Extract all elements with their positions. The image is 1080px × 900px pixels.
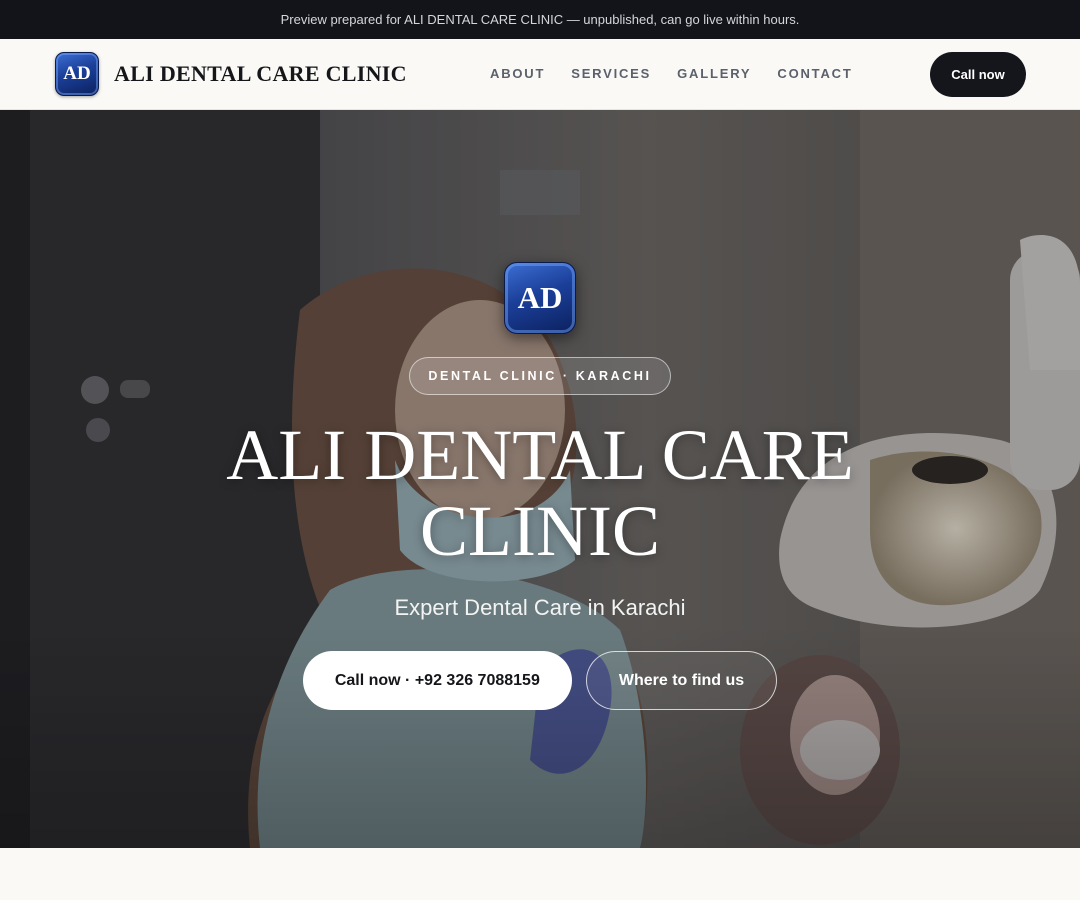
hero-content: AD DENTAL CLINIC · KARACHI ALI DENTAL CA… [0,262,1080,710]
next-section [0,848,1080,900]
site-header: AD ALI DENTAL CARE CLINIC ABOUT SERVICES… [0,39,1080,110]
preview-banner-text: Preview prepared for ALI DENTAL CARE CLI… [280,12,800,27]
brand-home-link[interactable]: AD ALI DENTAL CARE CLINIC [55,52,407,96]
nav-contact[interactable]: CONTACT [777,66,852,81]
hero-logo-badge: AD [504,262,576,334]
hero-actions: Call now · +92 326 7088159 Where to find… [302,651,778,710]
brand-name: ALI DENTAL CARE CLINIC [114,61,407,86]
hero-call-button[interactable]: Call now · +92 326 7088159 [302,651,572,710]
nav-gallery[interactable]: GALLERY [677,66,751,81]
hero-location-button[interactable]: Where to find us [585,651,778,710]
header-call-button[interactable]: Call now [930,52,1026,97]
hero-title: ALI DENTAL CARE CLINIC [226,415,854,571]
preview-banner: Preview prepared for ALI DENTAL CARE CLI… [0,0,1080,39]
main-nav: ABOUT SERVICES GALLERY CONTACT [490,66,879,81]
hero-section: AD DENTAL CLINIC · KARACHI ALI DENTAL CA… [0,110,1080,848]
nav-about[interactable]: ABOUT [490,66,545,81]
hero-category-badge: DENTAL CLINIC · KARACHI [409,357,671,395]
hero-subtitle: Expert Dental Care in Karachi [394,595,686,620]
nav-services[interactable]: SERVICES [571,66,651,81]
logo-badge: AD [55,52,99,96]
